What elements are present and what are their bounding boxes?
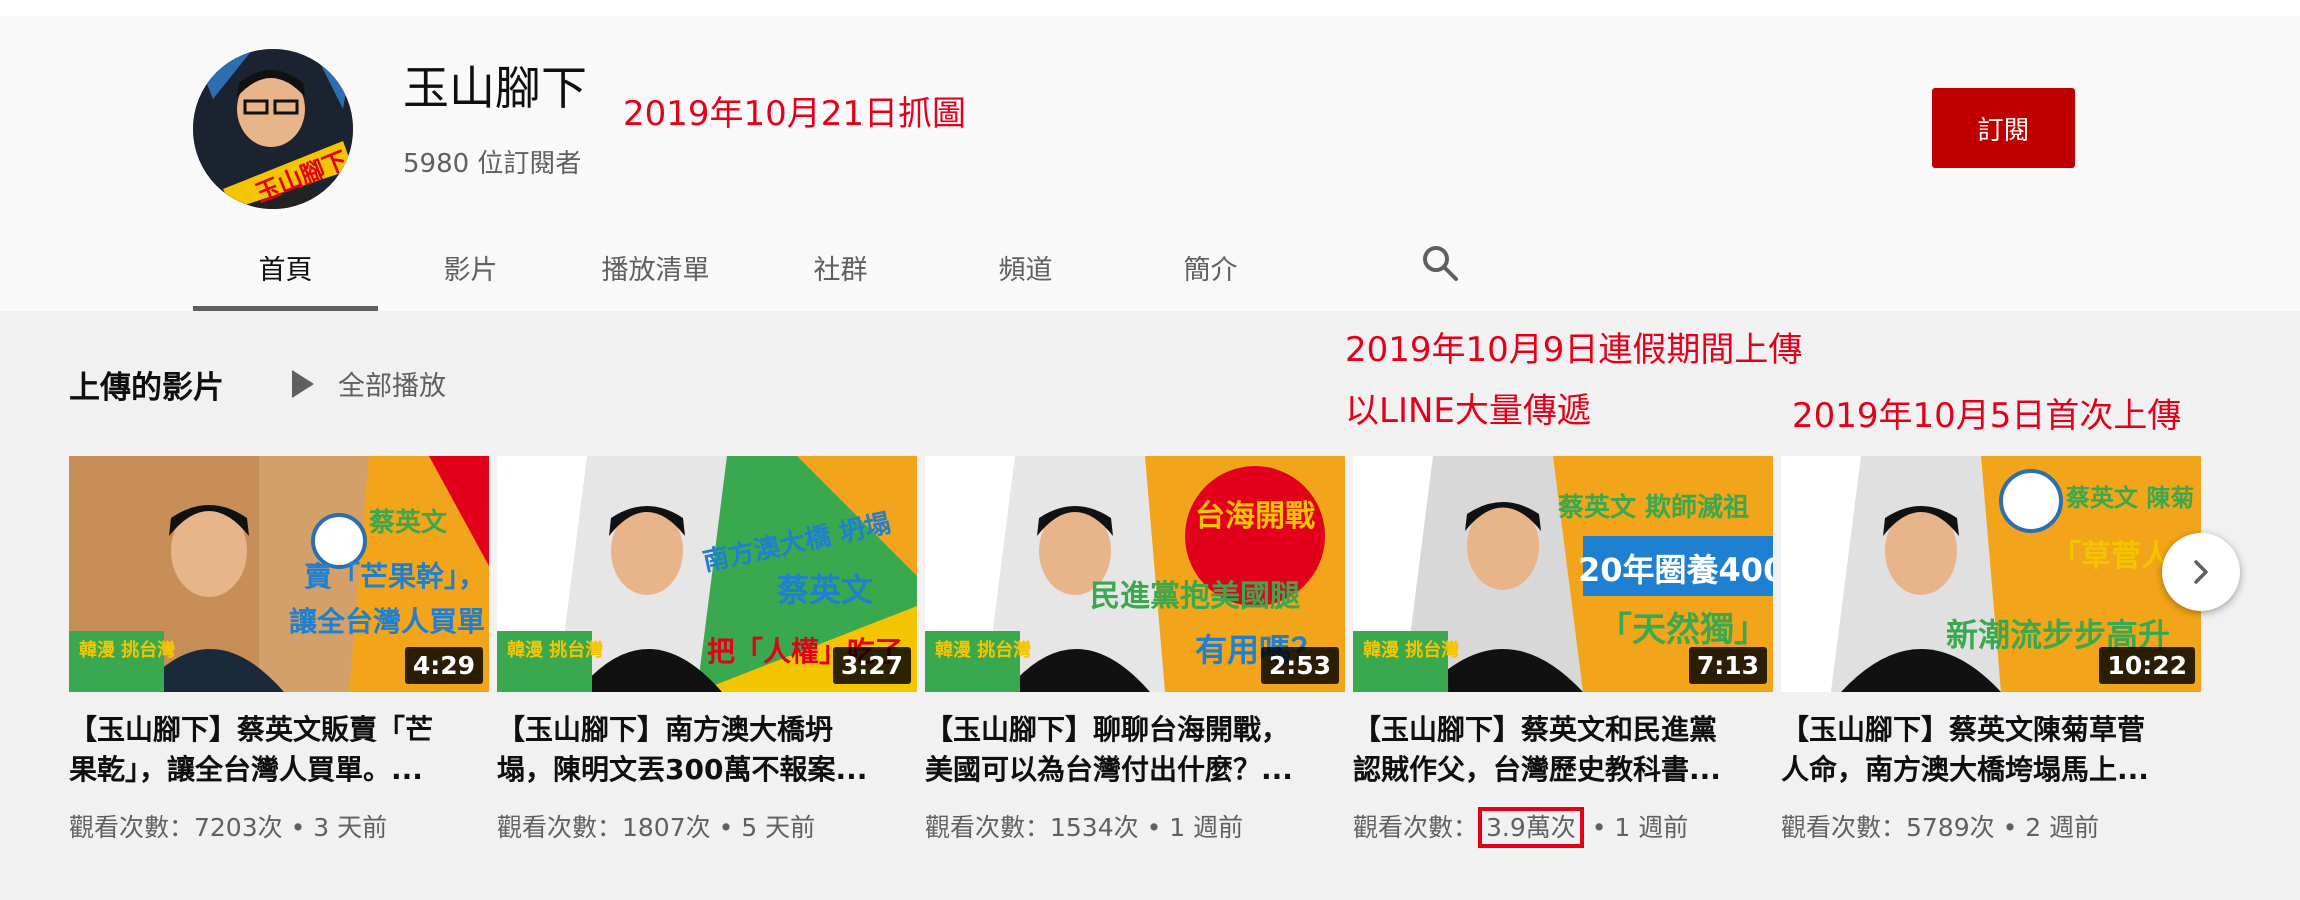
video-title[interactable]: 【玉山腳下】南方澳大橋坍 塌，陳明文丟300萬不報案... [497, 710, 917, 790]
thumb-badge: 韓漫 挑台灣 [79, 639, 175, 661]
carousel-next-button[interactable] [2162, 533, 2240, 611]
video-card[interactable]: 蔡英文 賣「芒果幹」， 讓全台灣人買單 韓漫 挑台灣 4:29 【玉山腳下】蔡英… [69, 456, 489, 842]
play-all-button[interactable]: 全部播放 [290, 364, 446, 403]
thumb-text: 蔡英文 欺師滅祖 [1558, 492, 1749, 523]
video-thumbnail[interactable]: 蔡英文 欺師滅祖 20年圈養400萬 「天然獨」 韓漫 挑台灣 7:13 [1353, 456, 1773, 692]
video-thumbnail[interactable]: 蔡英文 陳菊 「草菅人命」 新潮流步步高升 10:22 [1781, 456, 2201, 692]
view-count-highlight: 3.9萬次 [1478, 807, 1584, 848]
video-title[interactable]: 【玉山腳下】聊聊台海開戰， 美國可以為台灣付出什麼？... [925, 710, 1345, 790]
subscriber-count: 5980 位訂閱者 [403, 149, 582, 179]
video-duration: 3:27 [832, 647, 911, 684]
search-icon[interactable] [1420, 243, 1460, 283]
chevron-right-icon [2194, 560, 2208, 584]
tab-videos[interactable]: 影片 [378, 238, 563, 311]
upload-age: 1 週前 [1614, 813, 1689, 842]
video-card[interactable]: 蔡英文 陳菊 「草菅人命」 新潮流步步高升 10:22 【玉山腳下】蔡英文陳菊草… [1781, 456, 2201, 842]
view-count: 觀看次數：7203次 [69, 813, 283, 842]
video-duration: 2:53 [1260, 647, 1339, 684]
tab-community[interactable]: 社群 [748, 238, 933, 311]
channel-name: 玉山腳下 [403, 61, 587, 115]
video-thumbnail[interactable]: 蔡英文 賣「芒果幹」， 讓全台灣人買單 韓漫 挑台灣 4:29 [69, 456, 489, 692]
section-title: 上傳的影片 [69, 370, 224, 406]
thumb-text: 讓全台灣人買單 [289, 605, 485, 638]
video-title[interactable]: 【玉山腳下】蔡英文和民進黨 認賊作父，台灣歷史教科書... [1353, 710, 1773, 790]
thumb-text: 賣「芒果幹」， [304, 560, 486, 593]
video-card[interactable]: 台海開戰 民進黨抱美國腿 有用嗎？ 韓漫 挑台灣 2:53 【玉山腳下】聊聊台海… [925, 456, 1345, 842]
upload-age: 1 週前 [1169, 813, 1244, 842]
upload-age: 5 天前 [741, 813, 816, 842]
video-meta: 觀看次數：1534次 • 1 週前 [925, 813, 1244, 842]
thumb-badge: 韓漫 挑台灣 [935, 639, 1031, 661]
video-meta: 觀看次數：1807次 • 5 天前 [497, 813, 816, 842]
tab-playlists[interactable]: 播放清單 [563, 238, 748, 311]
thumb-badge: 韓漫 挑台灣 [507, 639, 603, 661]
thumb-text: 蔡英文 [777, 571, 873, 609]
view-count-label: 觀看次數： [1353, 813, 1479, 842]
thumb-text: 蔡英文 [369, 507, 448, 538]
video-duration: 7:13 [1688, 647, 1767, 684]
play-icon [292, 369, 314, 398]
subscribe-button[interactable]: 訂閱 [1932, 88, 2075, 168]
tab-about[interactable]: 簡介 [1118, 238, 1303, 311]
video-thumbnail[interactable]: 南方澳大橋 坍塌 蔡英文 把「人權」吃了 韓漫 挑台灣 3:27 [497, 456, 917, 692]
thumb-badge: 韓漫 挑台灣 [1363, 639, 1459, 661]
channel-avatar[interactable]: 玉山腳下 [193, 49, 353, 209]
tab-channels[interactable]: 頻道 [933, 238, 1118, 311]
video-duration: 10:22 [2099, 647, 2195, 684]
video-duration: 4:29 [404, 647, 483, 684]
thumb-text: 民進黨抱美國腿 [1090, 579, 1300, 614]
annotation-first-upload: 2019年10月5日首次上傳 [1792, 396, 2182, 436]
video-title[interactable]: 【玉山腳下】蔡英文販賣「芒 果乾」，讓全台灣人買單。... [69, 710, 489, 790]
avatar-image: 玉山腳下 [193, 49, 353, 209]
annotation-spread-date: 2019年10月9日連假期間上傳 [1345, 330, 1803, 370]
annotation-line-spread: 以LINE大量傳遞 [1345, 391, 1591, 431]
video-meta: 觀看次數：7203次 • 3 天前 [69, 813, 388, 842]
view-count: 觀看次數：5789次 [1781, 813, 1995, 842]
annotation-capture-date: 2019年10月21日抓圖 [623, 94, 967, 134]
video-card[interactable]: 南方澳大橋 坍塌 蔡英文 把「人權」吃了 韓漫 挑台灣 3:27 【玉山腳下】南… [497, 456, 917, 842]
thumb-text: 20年圈養400萬 [1578, 551, 1773, 589]
video-thumbnail[interactable]: 台海開戰 民進黨抱美國腿 有用嗎？ 韓漫 挑台灣 2:53 [925, 456, 1345, 692]
view-count: 觀看次數：1534次 [925, 813, 1139, 842]
video-title[interactable]: 【玉山腳下】蔡英文陳菊草菅 人命，南方澳大橋垮塌馬上... [1781, 710, 2201, 790]
thumb-text: 「天然獨」 [1598, 610, 1768, 650]
video-meta: 觀看次數：5789次 • 2 週前 [1781, 813, 2100, 842]
video-card[interactable]: 蔡英文 欺師滅祖 20年圈養400萬 「天然獨」 韓漫 挑台灣 7:13 【玉山… [1353, 456, 1773, 848]
video-meta: 觀看次數： 3.9萬次 • 1 週前 [1353, 807, 1689, 848]
tab-home[interactable]: 首頁 [193, 238, 378, 311]
play-all-label: 全部播放 [338, 371, 446, 402]
upload-age: 3 天前 [313, 813, 388, 842]
thumb-text: 蔡英文 陳菊 [2066, 484, 2194, 512]
top-strip [0, 0, 2300, 16]
view-count: 觀看次數：1807次 [497, 813, 711, 842]
thumb-text: 台海開戰 [1195, 499, 1315, 534]
upload-age: 2 週前 [2025, 813, 2100, 842]
